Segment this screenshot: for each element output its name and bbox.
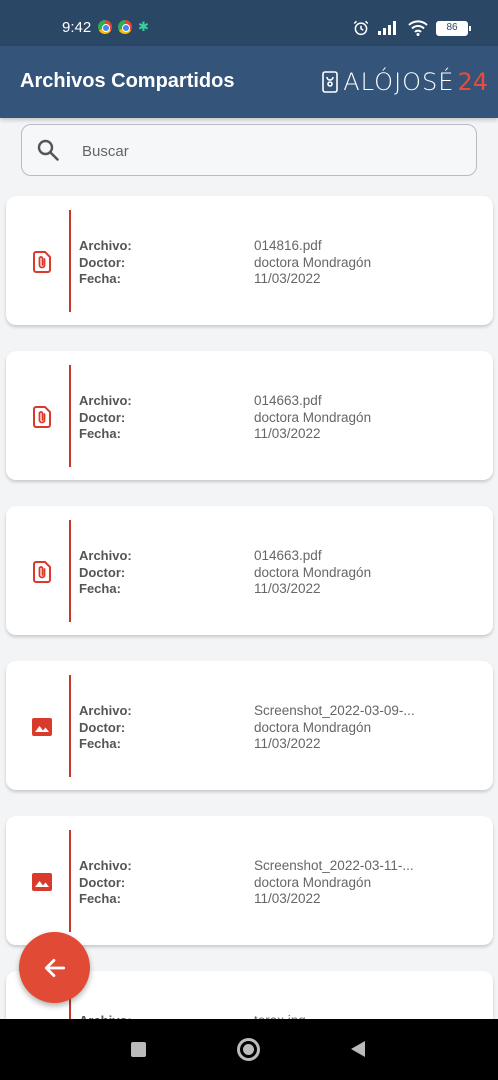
- card-divider: [69, 520, 71, 622]
- attachment-file-icon: [30, 405, 54, 429]
- doctor-label: Doctor:: [79, 719, 126, 735]
- date-label: Fecha:: [79, 271, 121, 286]
- date-label: Fecha:: [79, 581, 121, 596]
- field-values: Screenshot_2022-03-09-... doctora Mondra…: [254, 703, 415, 753]
- search-icon: [37, 139, 59, 161]
- search-box[interactable]: [21, 124, 477, 176]
- alarm-icon: [353, 20, 369, 36]
- field-labels: Archivo: Doctor: Fecha:: [79, 703, 132, 753]
- file-name: Screenshot_2022-03-11-...: [254, 858, 414, 873]
- card-divider: [69, 830, 71, 932]
- field-values: 014663.pdf doctora Mondragón 11/03/2022: [254, 548, 371, 598]
- doctor-label: Doctor:: [79, 874, 126, 890]
- back-button[interactable]: [351, 1041, 365, 1057]
- date-label: Fecha:: [79, 891, 121, 906]
- doctor-name: doctora Mondragón: [254, 564, 372, 580]
- app-notification-icon: ✱: [138, 19, 149, 34]
- file-name: 014816.pdf: [254, 238, 322, 253]
- field-labels: Archivo: Doctor: Fecha:: [79, 858, 132, 908]
- file-date: 11/03/2022: [254, 271, 321, 286]
- date-label: Fecha:: [79, 736, 121, 751]
- file-card[interactable]: Archivo: Doctor: Fecha: 014816.pdf docto…: [6, 196, 493, 325]
- image-file-icon: [30, 870, 54, 894]
- doctor-label: Doctor:: [79, 564, 126, 580]
- card-divider: [69, 210, 71, 312]
- file-name: 014663.pdf: [254, 548, 322, 563]
- logo-number: 24: [457, 68, 488, 96]
- battery-icon: 86: [436, 20, 471, 36]
- system-nav-bar: [0, 1019, 498, 1080]
- phone-stethoscope-icon: [322, 71, 339, 93]
- file-date: 11/03/2022: [254, 426, 321, 441]
- app-bar: Archivos Compartidos ALÓJOSÉ 24: [0, 46, 498, 118]
- attachment-file-icon: [30, 560, 54, 584]
- status-time: 9:42: [62, 19, 92, 36]
- status-system-icons: 86: [352, 19, 471, 37]
- field-labels: Archivo: Doctor: Fecha:: [79, 393, 132, 443]
- recents-button[interactable]: [131, 1042, 146, 1057]
- field-values: 014816.pdf doctora Mondragón 11/03/2022: [254, 238, 371, 288]
- brand-logo: ALÓJOSÉ 24: [322, 68, 488, 96]
- doctor-name: doctora Mondragón: [254, 254, 372, 270]
- file-name: 014663.pdf: [254, 393, 322, 408]
- doctor-name: doctora Mondragón: [254, 874, 372, 890]
- field-values: Screenshot_2022-03-11-... doctora Mondra…: [254, 858, 414, 908]
- image-file-icon: [30, 715, 54, 739]
- field-labels: Archivo: Doctor: Fecha:: [79, 548, 132, 598]
- file-label: Archivo:: [79, 548, 132, 563]
- chrome-icon: [98, 20, 112, 34]
- doctor-name: doctora Mondragón: [254, 719, 372, 735]
- wifi-icon: [408, 20, 428, 36]
- card-divider: [69, 365, 71, 467]
- file-label: Archivo:: [79, 238, 132, 253]
- signal-icon: [378, 21, 396, 35]
- page-title: Archivos Compartidos: [20, 70, 235, 92]
- file-date: 11/03/2022: [254, 736, 321, 751]
- logo-text: ALÓJOSÉ: [343, 68, 455, 96]
- chrome-icon: [118, 20, 132, 34]
- file-label: Archivo:: [79, 858, 132, 873]
- file-label: Archivo:: [79, 703, 132, 718]
- arrow-back-icon: [44, 958, 65, 977]
- file-card[interactable]: Archivo: Doctor: Fecha: Screenshot_2022-…: [6, 816, 493, 945]
- file-card[interactable]: Archivo: Doctor: Fecha: Screenshot_2022-…: [6, 661, 493, 790]
- doctor-name: doctora Mondragón: [254, 409, 372, 425]
- home-button[interactable]: [237, 1038, 260, 1061]
- card-divider: [69, 675, 71, 777]
- file-card[interactable]: Archivo: Doctor: Fecha: 014663.pdf docto…: [6, 506, 493, 635]
- status-notification-icons: ✱: [98, 20, 152, 34]
- search-input[interactable]: [82, 139, 462, 163]
- field-values: 014663.pdf doctora Mondragón 11/03/2022: [254, 393, 371, 443]
- file-date: 11/03/2022: [254, 891, 321, 906]
- file-date: 11/03/2022: [254, 581, 321, 596]
- date-label: Fecha:: [79, 426, 121, 441]
- doctor-label: Doctor:: [79, 409, 126, 425]
- file-name: Screenshot_2022-03-09-...: [254, 703, 415, 718]
- attachment-file-icon: [30, 250, 54, 274]
- file-label: Archivo:: [79, 393, 132, 408]
- status-bar: 9:42 ✱ 86: [0, 0, 498, 46]
- file-card[interactable]: Archivo: Doctor: Fecha: 014663.pdf docto…: [6, 351, 493, 480]
- back-fab-button[interactable]: [19, 932, 90, 1003]
- field-labels: Archivo: Doctor: Fecha:: [79, 238, 132, 288]
- doctor-label: Doctor:: [79, 254, 126, 270]
